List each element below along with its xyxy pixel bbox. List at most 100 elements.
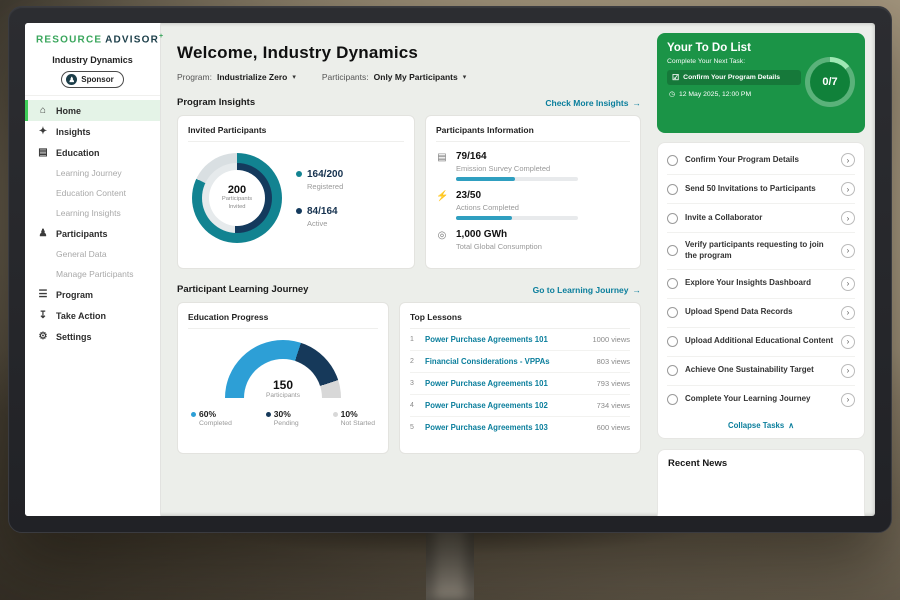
task-checkbox[interactable] [667,336,678,347]
legend-value-row: 30% [266,409,299,419]
task-checkbox[interactable] [667,307,678,318]
organization-name: Industry Dynamics [25,55,160,65]
todo-task[interactable]: Confirm Your Program Details› [667,146,855,175]
education-gauge-chart: 150 Participants [225,340,341,398]
sidebar-item-education-content[interactable]: Education Content [25,183,160,203]
task-open-button[interactable]: › [841,335,855,349]
lesson-views: 734 views [597,401,630,410]
sidebar-item-settings[interactable]: ⚙Settings [25,326,160,347]
sidebar-item-manage-participants[interactable]: Manage Participants [25,264,160,284]
lesson-row: 1Power Purchase Agreements 1011000 views [410,329,630,351]
sidebar-item-learning-insights[interactable]: Learning Insights [25,203,160,223]
due-date-text: 12 May 2025, 12:00 PM [679,91,751,98]
legend-dot [296,171,302,177]
task-checkbox[interactable] [667,184,678,195]
task-open-button[interactable]: › [841,211,855,225]
sidebar-item-insights[interactable]: ✦Insights [25,121,160,142]
go-to-learning-journey-link[interactable]: Go to Learning Journey → [533,285,641,295]
legend-label: Registered [307,182,343,191]
gauge-center: 150 Participants [225,378,341,398]
task-open-button[interactable]: › [841,244,855,258]
journey-cards: Education Progress 150 Participants 60%C… [177,302,641,454]
gauge-legend-item: 60%Completed [191,409,232,427]
participants-value: Only My Participants [374,72,458,82]
lesson-title-link[interactable]: Power Purchase Agreements 101 [425,379,590,388]
task-open-button[interactable]: › [841,277,855,291]
stat-progress-fill [456,177,515,181]
task-open-button[interactable]: › [841,364,855,378]
recent-news-card: Recent News [657,449,865,516]
program-icon: ☰ [37,289,49,300]
sidebar-item-home[interactable]: ⌂Home [25,100,160,121]
task-open-button[interactable]: › [841,306,855,320]
task-open-button[interactable]: › [841,393,855,407]
todo-task[interactable]: Invite a Collaborator› [667,204,855,233]
logo-text-primary: RESOURCE [36,34,102,45]
lesson-title-link[interactable]: Power Purchase Agreements 101 [425,335,585,344]
legend-value: 60% [199,409,216,419]
stat-body: 79/164Emission Survey Completed [456,151,578,181]
sidebar-item-participants[interactable]: ♟Participants [25,223,160,244]
stat-label: Total Global Consumption [456,242,542,251]
lesson-views: 1000 views [592,335,630,344]
collapse-tasks-link[interactable]: Collapse Tasks ∧ [667,414,855,433]
sidebar-item-education[interactable]: ▤Education [25,142,160,163]
sidebar-item-label: Program [56,290,93,300]
sponsor-badge[interactable]: ♟ Sponsor [61,71,123,88]
program-insights-header: Program Insights Check More Insights → [177,97,641,108]
task-checkbox[interactable] [667,245,678,256]
donut-center-label: Participants Invited [216,196,258,211]
sidebar-item-general-data[interactable]: General Data [25,244,160,264]
check-more-insights-link[interactable]: Check More Insights → [545,98,641,108]
stat-progress-bar [456,216,578,220]
gauge-center-value: 150 [225,378,341,392]
arrow-right-icon: → [633,98,642,108]
task-label: Verify participants requesting to join t… [685,240,834,262]
todo-panel: Your To Do List Complete Your Next Task:… [653,23,875,516]
participants-dropdown[interactable]: Participants: Only My Participants ▾ [322,72,466,82]
sidebar-item-take-action[interactable]: ↧Take Action [25,305,160,326]
todo-task[interactable]: Achieve One Sustainability Target› [667,357,855,386]
lesson-title-link[interactable]: Financial Considerations - VPPAs [425,357,590,366]
stat-progress-bar [456,177,578,181]
todo-summary-card: Your To Do List Complete Your Next Task:… [657,33,865,133]
collapse-label: Collapse Tasks [728,421,784,430]
sidebar-item-learning-journey[interactable]: Learning Journey [25,163,160,183]
chevron-down-icon: ▾ [292,73,296,81]
participants-label: Participants: [322,72,369,82]
program-dropdown[interactable]: Program: Industrialize Zero ▾ [177,72,296,82]
lesson-title-link[interactable]: Power Purchase Agreements 102 [425,401,590,410]
todo-task[interactable]: Complete Your Learning Journey › [667,386,855,414]
task-checkbox[interactable] [667,278,678,289]
filter-bar: Program: Industrialize Zero ▾ Participan… [177,72,641,82]
todo-task[interactable]: Send 50 Invitations to Participants› [667,175,855,204]
bolt-icon: ⚡ [436,191,448,202]
task-checkbox[interactable] [667,394,678,405]
task-checkbox[interactable] [667,365,678,376]
task-open-button[interactable]: › [841,182,855,196]
participant-stat: ⚡23/50Actions Completed [436,181,630,220]
legend-dot [296,208,302,214]
lesson-row: 5Power Purchase Agreements 103600 views [410,417,630,438]
task-label: Upload Additional Educational Content [685,336,834,347]
stat-label: Emission Survey Completed [456,164,578,173]
task-checkbox[interactable] [667,155,678,166]
stat-progress-fill [456,216,512,220]
task-open-button[interactable]: › [841,153,855,167]
lesson-title-link[interactable]: Power Purchase Agreements 103 [425,423,590,432]
todo-task[interactable]: Explore Your Insights Dashboard› [667,270,855,299]
todo-task[interactable]: Verify participants requesting to join t… [667,233,855,270]
todo-task[interactable]: Upload Additional Educational Content › [667,328,855,357]
task-label: Complete Your Learning Journey [685,394,834,405]
task-checkbox[interactable] [667,213,678,224]
todo-task[interactable]: Upload Spend Data Records› [667,299,855,328]
donut-legend-item: 84/164Active [296,206,343,228]
donut-center: 200 Participants Invited [209,170,265,226]
legend-dot [266,412,271,417]
lesson-views: 793 views [597,379,630,388]
stat-value: 1,000 GWh [456,229,542,240]
next-task-pill[interactable]: ☑ Confirm Your Program Details [667,70,801,85]
legend-value-row: 60% [191,409,232,419]
location-icon: ◎ [436,230,448,241]
sidebar-item-program[interactable]: ☰ Program [25,284,160,305]
